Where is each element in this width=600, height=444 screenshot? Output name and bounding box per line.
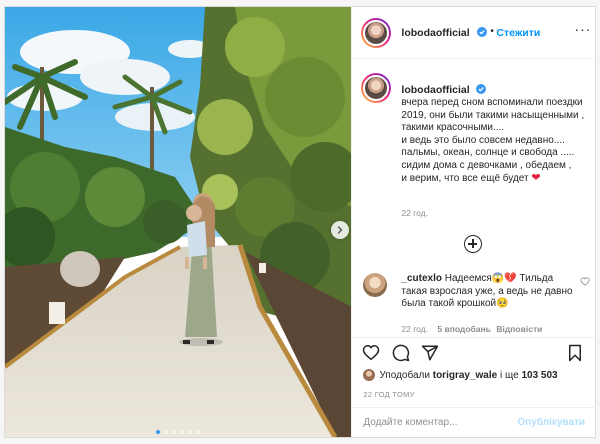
carousel-dot — [156, 430, 161, 434]
verified-badge-icon — [477, 27, 488, 37]
liker-avatar[interactable] — [363, 369, 376, 381]
share-paper-plane-icon[interactable] — [421, 344, 439, 362]
publish-comment-button[interactable]: Опублікувати — [517, 417, 585, 428]
caption-username[interactable]: lobodaofficial — [401, 84, 469, 96]
add-comment-section: Опублікувати — [352, 407, 597, 437]
comment-likes-count[interactable]: 5 вподобань — [437, 324, 490, 334]
carousel-dot — [188, 430, 193, 434]
carousel-indicator — [5, 430, 351, 434]
comment-input[interactable] — [363, 417, 514, 428]
follow-button[interactable]: Стежити — [496, 27, 540, 39]
likes-prefix: Уподобали — [379, 370, 430, 381]
comment-timestamp[interactable]: 22 год. — [401, 324, 428, 334]
more-options-icon[interactable]: ··· — [574, 21, 591, 37]
likes-middle: і ще — [500, 370, 519, 381]
post-header: lobodaofficial • Стежити ··· — [352, 7, 597, 59]
commenter-avatar[interactable] — [363, 273, 388, 297]
post-sidebar: lobodaofficial • Стежити ··· lobodaoffic… — [351, 7, 597, 437]
verified-badge-icon — [476, 84, 487, 94]
comment-like-heart-icon[interactable] — [580, 277, 590, 286]
avatar-image — [363, 20, 390, 46]
carousel-dot — [172, 430, 177, 434]
caption-body: вчера перед сном вспоминали поездки 2019… — [401, 97, 585, 184]
instagram-post: lobodaofficial • Стежити ··· lobodaoffic… — [4, 6, 597, 438]
author-username[interactable]: lobodaofficial — [401, 27, 469, 39]
avatar-image — [363, 75, 390, 101]
chevron-right-icon — [337, 226, 343, 234]
heart-emoji: ❤ — [531, 172, 541, 184]
carousel-dot — [196, 430, 201, 434]
carousel-next-button[interactable] — [331, 221, 349, 239]
caption-author-avatar[interactable] — [361, 73, 392, 103]
carousel-dot — [180, 430, 185, 434]
tropical-path-photo — [5, 7, 352, 437]
post-timestamp[interactable]: 22 ГОД ТОМУ — [363, 390, 414, 399]
likes-count[interactable]: 103 503 — [521, 370, 557, 381]
post-photo[interactable] — [5, 7, 352, 437]
likes-summary: Уподобали torigray_wale і ще 103 503 — [379, 370, 557, 381]
author-avatar[interactable] — [361, 18, 392, 48]
liker-username[interactable]: torigray_wale — [433, 370, 497, 381]
caption-text: вчера перед сном вспоминали поездки 2019… — [401, 97, 593, 186]
load-more-comments-button[interactable] — [464, 235, 483, 253]
comment-bubble-icon[interactable] — [392, 344, 410, 362]
carousel-dot — [164, 430, 169, 434]
save-bookmark-icon[interactable] — [567, 344, 583, 362]
comment-reply-button[interactable]: Відповісти — [496, 324, 542, 334]
like-heart-icon[interactable] — [362, 344, 380, 361]
comment: _cutexlo Надеемся😱💔 Тильда такая взросла… — [401, 273, 576, 311]
post-actions-bar — [352, 337, 597, 367]
comment-username[interactable]: _cutexlo — [401, 273, 442, 284]
caption-timestamp[interactable]: 22 год. — [401, 208, 428, 218]
header-separator: • — [490, 26, 494, 37]
